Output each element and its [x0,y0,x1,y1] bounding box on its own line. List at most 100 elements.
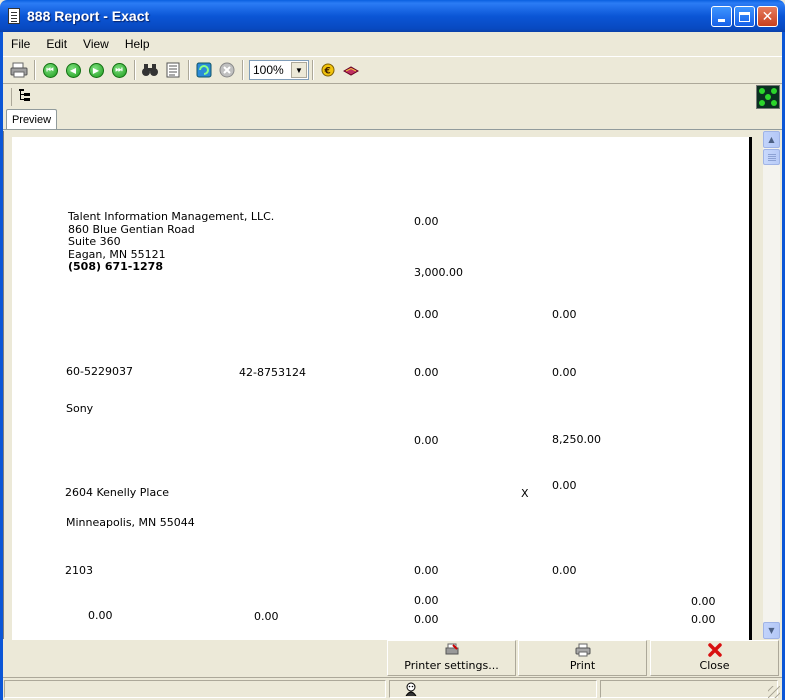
print-button[interactable]: Print [518,640,647,676]
vertical-scrollbar[interactable]: ▲ ▼ [763,131,780,639]
secondary-toolbar [3,85,782,109]
account-number: 2103 [65,564,93,577]
print-label: Print [569,659,596,672]
print-icon [575,643,590,657]
preview-area[interactable]: Talent Information Management, LLC. 860 … [3,131,762,657]
toolbar-separator [242,60,244,80]
amount-cell: 0.00 [414,308,439,321]
status-bar [3,677,782,700]
export-button[interactable]: € [317,59,339,81]
find-icon [142,64,158,76]
svg-text:€: € [324,67,331,77]
last-page-icon: ⏭ [111,62,127,78]
thumbnail-grid-icon[interactable] [756,85,780,109]
scroll-up-button[interactable]: ▲ [763,131,780,148]
minimize-icon [718,19,725,22]
toolbar-separator [34,60,36,80]
toolbar-separator [312,60,314,80]
resize-grip-icon[interactable] [768,686,780,698]
book-button[interactable] [340,59,362,81]
chevron-down-icon: ▼ [768,626,775,635]
maximize-icon [739,11,750,22]
page-setup-button[interactable] [162,59,184,81]
amount-cell: 3,000.00 [414,266,463,279]
amount-cell: 0.00 [88,609,113,622]
zoom-value: 100% [253,63,284,77]
window-title: 888 Report - Exact [27,8,150,24]
amount-cell: 0.00 [414,215,439,228]
recipient-street: 2604 Kenelly Place [65,486,170,499]
menu-view[interactable]: View [83,37,109,51]
tab-divider [3,129,782,130]
toolbar-separator [134,60,136,80]
title-bar[interactable]: 888 Report - Exact ✕ [0,0,785,32]
amount-cell: 0.00 [691,613,716,626]
user-icon [405,682,417,696]
report-icon [8,8,20,24]
amount-cell: 0.00 [414,594,439,607]
tab-preview[interactable]: Preview [6,109,57,130]
scroll-down-button[interactable]: ▼ [763,622,780,639]
amount-cell: 0.00 [414,366,439,379]
chevron-up-icon: ▲ [768,135,775,144]
address-line-2: Suite 360 [68,235,121,248]
payer-tin: 60-5229037 [66,365,133,378]
recipient-name: Sony [66,402,94,415]
first-page-button[interactable]: ⏮ [39,59,61,81]
checkbox-mark: X [521,487,529,500]
previous-page-button[interactable]: ◀ [62,59,84,81]
zoom-select[interactable]: 100% ▼ [249,60,309,80]
printer-settings-label: Printer settings... [404,659,499,672]
next-page-icon: ▶ [88,62,104,78]
first-page-icon: ⏮ [42,62,58,78]
minimize-button[interactable] [711,6,732,27]
menu-file[interactable]: File [11,37,30,51]
close-button[interactable]: Close [650,640,779,676]
toolbar: ⏮ ◀ ▶ ⏭ 100% ▼ € [3,56,782,84]
payer-address-block: Talent Information Management, LLC. 860 … [68,210,275,274]
printer-settings-icon [445,643,458,655]
previous-page-icon: ◀ [65,62,81,78]
amount-cell: 0.00 [414,613,439,626]
amount-cell: 0.00 [552,479,577,492]
amount-cell: 0.00 [691,595,716,608]
menu-help[interactable]: Help [125,37,150,51]
refresh-icon [196,62,212,78]
report-page: Talent Information Management, LLC. 860 … [12,137,752,657]
refresh-button[interactable] [193,59,215,81]
recipient-tin: 42-8753124 [239,366,306,379]
next-page-button[interactable]: ▶ [85,59,107,81]
close-icon [707,643,722,657]
stop-icon [219,62,235,78]
close-label: Close [699,659,730,672]
amount-cell: 0.00 [552,366,577,379]
status-panel [600,680,778,698]
menu-edit[interactable]: Edit [46,37,67,51]
close-window-button[interactable]: ✕ [757,6,778,27]
payer-phone: (508) 671-1278 [68,260,163,273]
amount-cell: 0.00 [552,564,577,577]
scroll-thumb[interactable] [763,149,780,165]
stop-button[interactable] [216,59,238,81]
last-page-button[interactable]: ⏭ [108,59,130,81]
toolbar-separator [188,60,190,80]
page-setup-icon [166,62,180,78]
maximize-button[interactable] [734,6,755,27]
close-icon: ✕ [761,8,774,25]
print-icon [10,62,28,78]
company-name: Talent Information Management, LLC. [68,210,275,223]
find-button[interactable] [139,59,161,81]
amount-cell: 0.00 [552,308,577,321]
recipient-city: Minneapolis, MN 55044 [66,516,195,529]
status-panel [389,680,597,698]
book-icon [343,66,359,76]
amount-cell: 0.00 [254,610,279,623]
status-panel [4,680,386,698]
print-toolbar-button[interactable] [8,59,30,81]
chevron-down-icon[interactable]: ▼ [291,62,307,78]
printer-settings-button[interactable]: Printer settings... [387,640,516,676]
outline-tree-icon[interactable] [17,89,33,103]
export-icon: € [321,63,335,77]
toolbar-separator [11,88,12,106]
amount-cell: 0.00 [414,434,439,447]
